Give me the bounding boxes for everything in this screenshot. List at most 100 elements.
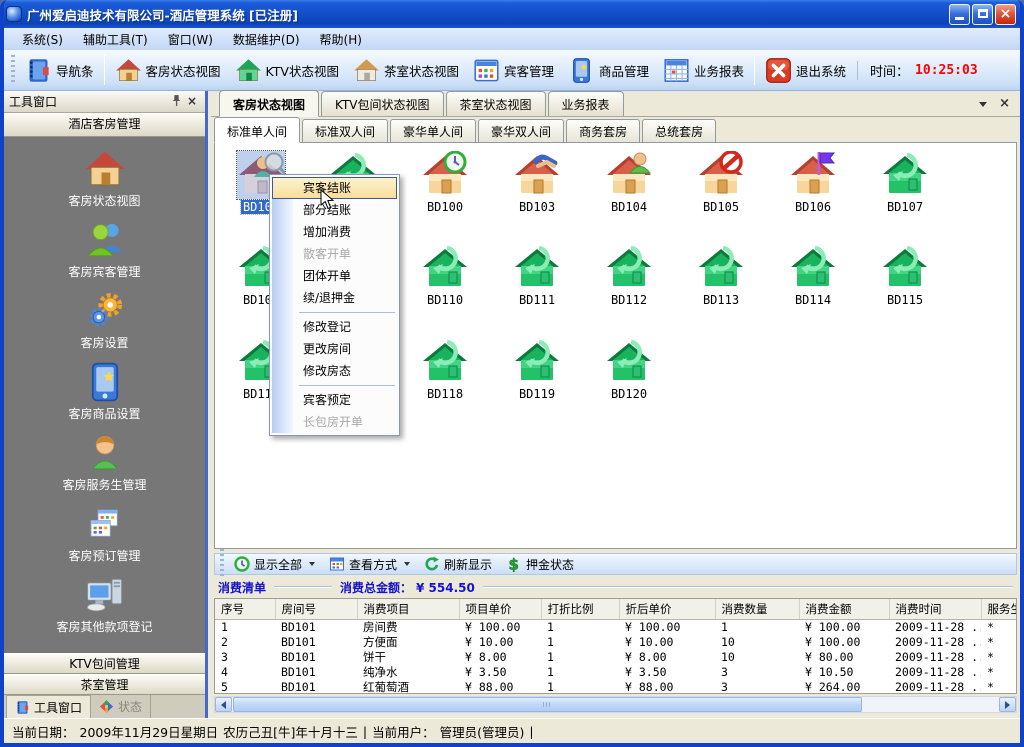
table-row[interactable]: 2BD101方便面¥ 10.001¥ 10.0010¥ 100.002009-1…: [215, 635, 1016, 650]
context-menu-item[interactable]: 团体开单: [272, 265, 397, 287]
toolbar-button[interactable]: 导航条: [18, 54, 101, 87]
room-type-tab[interactable]: 豪华单人间: [390, 119, 476, 142]
pin-icon[interactable]: [168, 94, 184, 110]
view-toolbar-grip[interactable]: [220, 549, 224, 579]
dropdown-arrow-icon[interactable]: [404, 562, 410, 566]
room[interactable]: BD118: [401, 338, 489, 401]
maximize-button[interactable]: [972, 4, 993, 25]
room[interactable]: BD114: [769, 244, 857, 307]
room[interactable]: BD105: [677, 151, 765, 214]
context-menu-item: 散客开单: [272, 243, 397, 265]
menubar-item[interactable]: 帮助(H): [310, 29, 372, 50]
booking-calendar-icon: [84, 503, 126, 545]
table-row[interactable]: 1BD101房间费¥ 100.001¥ 100.001¥ 100.002009-…: [215, 620, 1016, 636]
room[interactable]: BD110: [401, 244, 489, 307]
sidebar-bottom-tab[interactable]: 工具窗口: [6, 695, 91, 718]
context-menu-item[interactable]: 增加消费: [272, 221, 397, 243]
toolbar-button[interactable]: 商品管理: [561, 54, 656, 87]
room-type-tab[interactable]: 标准单人间: [214, 117, 300, 143]
room-type-tab[interactable]: 总统套房: [642, 119, 716, 142]
document-tab[interactable]: 茶室状态视图: [446, 91, 546, 116]
room[interactable]: BD112: [585, 244, 673, 307]
context-menu-item[interactable]: 修改登记: [272, 316, 397, 338]
table-header-cell[interactable]: 折后单价: [619, 599, 715, 620]
table-header-cell[interactable]: 消费数量: [715, 599, 799, 620]
context-menu-item[interactable]: 修改房态: [272, 360, 397, 382]
sidebar-item[interactable]: 客房商品设置: [4, 356, 205, 427]
room[interactable]: BD119: [493, 338, 581, 401]
room-type-tab[interactable]: 豪华双人间: [478, 119, 564, 142]
sidebar-item[interactable]: 客房状态视图: [4, 143, 205, 214]
table-row[interactable]: 3BD101饼干¥ 8.001¥ 8.0010¥ 80.002009-11-28…: [215, 650, 1016, 665]
room[interactable]: BD120: [585, 338, 673, 401]
view-toolbar-button-label: 显示全部: [254, 556, 302, 573]
toolbar-button[interactable]: 客房状态视图: [108, 54, 228, 87]
toolbar-button[interactable]: 茶室状态视图: [346, 54, 466, 87]
toolbar-button[interactable]: KTV状态视图: [228, 54, 346, 87]
tab-scroll-down-icon[interactable]: [979, 102, 987, 107]
toolbar-button[interactable]: 业务报表: [656, 54, 751, 87]
menubar-item[interactable]: 数据维护(D): [223, 29, 310, 50]
view-toolbar-button[interactable]: 刷新显示: [417, 555, 499, 574]
context-menu-item[interactable]: 宾客预定: [272, 389, 397, 411]
toolbar-button[interactable]: 退出系统: [758, 54, 853, 87]
view-toolbar-button[interactable]: 显示全部: [227, 555, 322, 574]
room[interactable]: BD113: [677, 244, 765, 307]
sidebar-section-header[interactable]: 酒店客房管理: [4, 113, 205, 137]
sidebar-item[interactable]: 客房其他款项登记: [4, 569, 205, 640]
dropdown-arrow-icon[interactable]: [309, 562, 315, 566]
scrollbar-track[interactable]: [232, 697, 999, 712]
table-cell: 5: [215, 680, 275, 694]
sidebar-section-bar[interactable]: KTV包间管理: [4, 653, 205, 674]
room[interactable]: BD111: [493, 244, 581, 307]
table-header-cell[interactable]: 消费金额: [799, 599, 889, 620]
table-row[interactable]: 4BD101纯净水¥ 3.501¥ 3.503¥ 10.502009-11-28…: [215, 665, 1016, 680]
table-header-cell[interactable]: 序号: [215, 599, 275, 620]
view-toolbar-button[interactable]: $押金状态: [499, 555, 581, 574]
room[interactable]: BD115: [861, 244, 949, 307]
table-header-cell[interactable]: 打折比例: [541, 599, 619, 620]
document-tab[interactable]: 业务报表: [548, 91, 624, 116]
sidebar-items: 客房状态视图客房宾客管理客房设置客房商品设置客房服务生管理客房预订管理客房其他款…: [4, 137, 205, 653]
sidebar-item[interactable]: 客房宾客管理: [4, 214, 205, 285]
sidebar-item[interactable]: 客房预订管理: [4, 498, 205, 569]
room[interactable]: BD107: [861, 151, 949, 214]
sidebar-section-bar[interactable]: 茶室管理: [4, 674, 205, 695]
table-header-cell[interactable]: 消费项目: [357, 599, 459, 620]
scroll-left-button[interactable]: [215, 697, 232, 712]
tool-window-close-icon[interactable]: ×: [184, 94, 200, 110]
menubar-item[interactable]: 窗口(W): [158, 29, 223, 50]
table-row[interactable]: 5BD101红葡萄酒¥ 88.001¥ 88.003¥ 264.002009-1…: [215, 680, 1016, 694]
menubar-item[interactable]: 辅助工具(T): [73, 29, 158, 50]
scrollbar-thumb[interactable]: [233, 697, 862, 712]
toolbar-button[interactable]: 宾客管理: [466, 54, 561, 87]
room-status-icon: [605, 338, 653, 386]
room-type-tab[interactable]: 标准双人间: [302, 119, 388, 142]
sidebar-item[interactable]: 客房设置: [4, 285, 205, 356]
scroll-right-button[interactable]: [999, 697, 1016, 712]
context-menu-item[interactable]: 续/退押金: [272, 287, 397, 309]
close-button[interactable]: ×: [995, 4, 1016, 25]
sidebar-item-label: 客房服务生管理: [62, 476, 146, 493]
toolbar-grip[interactable]: [11, 55, 15, 85]
sidebar-item[interactable]: 客房服务生管理: [4, 427, 205, 498]
room-type-tab[interactable]: 商务套房: [566, 119, 640, 142]
room[interactable]: BD106: [769, 151, 857, 214]
table-header-cell[interactable]: 房间号: [275, 599, 357, 620]
table-header-cell[interactable]: 项目单价: [459, 599, 541, 620]
tab-close-icon[interactable]: ×: [999, 98, 1010, 110]
view-toolbar-button[interactable]: 查看方式: [322, 555, 417, 574]
context-menu-item[interactable]: 更改房间: [272, 338, 397, 360]
room[interactable]: BD104: [585, 151, 673, 214]
room[interactable]: BD100: [401, 151, 489, 214]
minimize-button[interactable]: [949, 4, 970, 25]
sidebar-bottom-tab[interactable]: 状态: [91, 695, 151, 718]
table-cell: *: [981, 635, 1016, 650]
document-tab[interactable]: 客房状态视图: [219, 90, 319, 117]
table-header-cell[interactable]: 消费时间: [889, 599, 981, 620]
menubar-item[interactable]: 系统(S): [12, 29, 73, 50]
document-tab[interactable]: KTV包间状态视图: [321, 91, 443, 116]
room[interactable]: BD103: [493, 151, 581, 214]
horizontal-scrollbar[interactable]: [214, 696, 1017, 713]
table-header-cell[interactable]: 服务生: [981, 599, 1016, 620]
